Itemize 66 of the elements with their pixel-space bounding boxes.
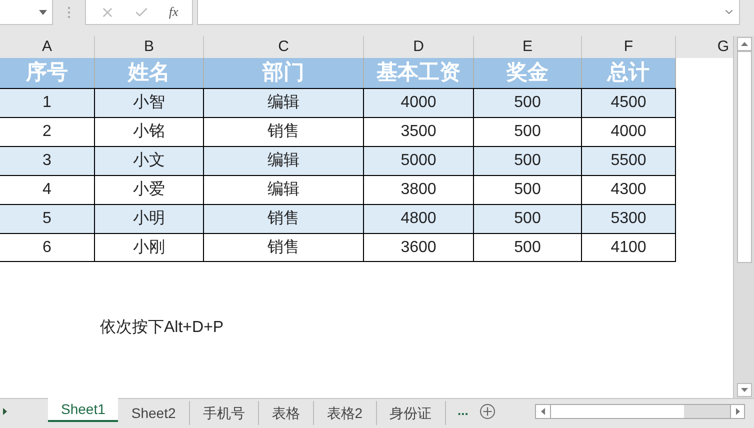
instruction-text: 依次按下Alt+D+P xyxy=(100,319,224,336)
sheet-tab[interactable]: 表格2 xyxy=(314,401,377,425)
more-tabs-button[interactable]: ... xyxy=(458,401,468,421)
sheet-tab[interactable]: Sheet2 xyxy=(118,401,190,425)
table-cell: 小铭 xyxy=(95,117,204,146)
table-cell: 销售 xyxy=(204,233,364,262)
add-sheet-icon[interactable] xyxy=(480,404,496,418)
table-cell: 4000 xyxy=(364,88,474,117)
table-cell: 小明 xyxy=(95,204,204,233)
table-cell: 4800 xyxy=(364,204,474,233)
table-cell: 2 xyxy=(0,117,95,146)
table-cell: 编辑 xyxy=(204,175,364,204)
scroll-down-icon[interactable] xyxy=(740,388,748,392)
sheet-tab[interactable]: 手机号 xyxy=(190,401,259,425)
table-cell: 销售 xyxy=(204,117,364,146)
table-cell: 5300 xyxy=(582,204,676,233)
header-cell: 姓名 xyxy=(95,58,204,88)
header-cell: 基本工资 xyxy=(364,58,474,88)
table-cell: 小智 xyxy=(95,88,204,117)
table-cell: 编辑 xyxy=(204,146,364,175)
table-cell: 小刚 xyxy=(95,233,204,262)
sheet-tab[interactable]: Sheet1 xyxy=(48,398,118,422)
dropdown-caret-icon xyxy=(39,10,47,14)
table-cell: 小爱 xyxy=(95,175,204,204)
table-cell: 3500 xyxy=(364,117,474,146)
header-cell: 序号 xyxy=(0,58,95,88)
table-cell: 5500 xyxy=(582,146,676,175)
header-cell: 奖金 xyxy=(474,58,582,88)
scroll-left-icon[interactable] xyxy=(541,408,546,415)
table-cell: 500 xyxy=(474,117,582,146)
table-cell: 4500 xyxy=(582,88,676,117)
vertical-scrollbar[interactable] xyxy=(733,36,754,399)
table-cell: 小文 xyxy=(95,146,204,175)
scroll-right-icon[interactable] xyxy=(736,408,740,415)
table-cell: 500 xyxy=(474,233,582,262)
header-cell: 总计 xyxy=(582,58,676,88)
table-cell: 500 xyxy=(474,88,582,117)
table-cell: 5 xyxy=(0,204,95,233)
table-cell: 销售 xyxy=(204,204,364,233)
formula-input[interactable] xyxy=(197,0,740,25)
table-cell: 3 xyxy=(0,146,95,175)
scroll-up-icon[interactable] xyxy=(740,42,748,46)
header-cell: 部门 xyxy=(204,58,364,88)
scroll-right-icon[interactable] xyxy=(3,408,7,414)
horizontal-scrollbar[interactable] xyxy=(535,404,746,419)
sheet-tab[interactable]: 身份证 xyxy=(376,401,446,425)
table-cell: 1 xyxy=(0,88,95,117)
table-cell: 4300 xyxy=(582,175,676,204)
table-cell: 4 xyxy=(0,175,95,204)
insert-function-button[interactable]: fx xyxy=(168,2,178,22)
table-cell: 500 xyxy=(474,175,582,204)
grip-icon xyxy=(68,7,70,18)
table-cell: 500 xyxy=(474,204,582,233)
table-cell: 500 xyxy=(474,146,582,175)
table-cell: 4000 xyxy=(582,117,676,146)
table-cell: 4100 xyxy=(582,233,676,262)
scroll-thumb[interactable] xyxy=(550,405,684,418)
table-cell: 6 xyxy=(0,233,95,262)
scroll-thumb[interactable] xyxy=(736,51,752,263)
table-cell: 5000 xyxy=(364,146,474,175)
sheet-tab[interactable]: 表格 xyxy=(258,401,314,425)
column-header[interactable]: G xyxy=(676,36,733,58)
table-cell: 3600 xyxy=(364,233,474,262)
name-box[interactable] xyxy=(0,0,53,25)
table-cell: 编辑 xyxy=(204,88,364,117)
table-cell: 3800 xyxy=(364,175,474,204)
